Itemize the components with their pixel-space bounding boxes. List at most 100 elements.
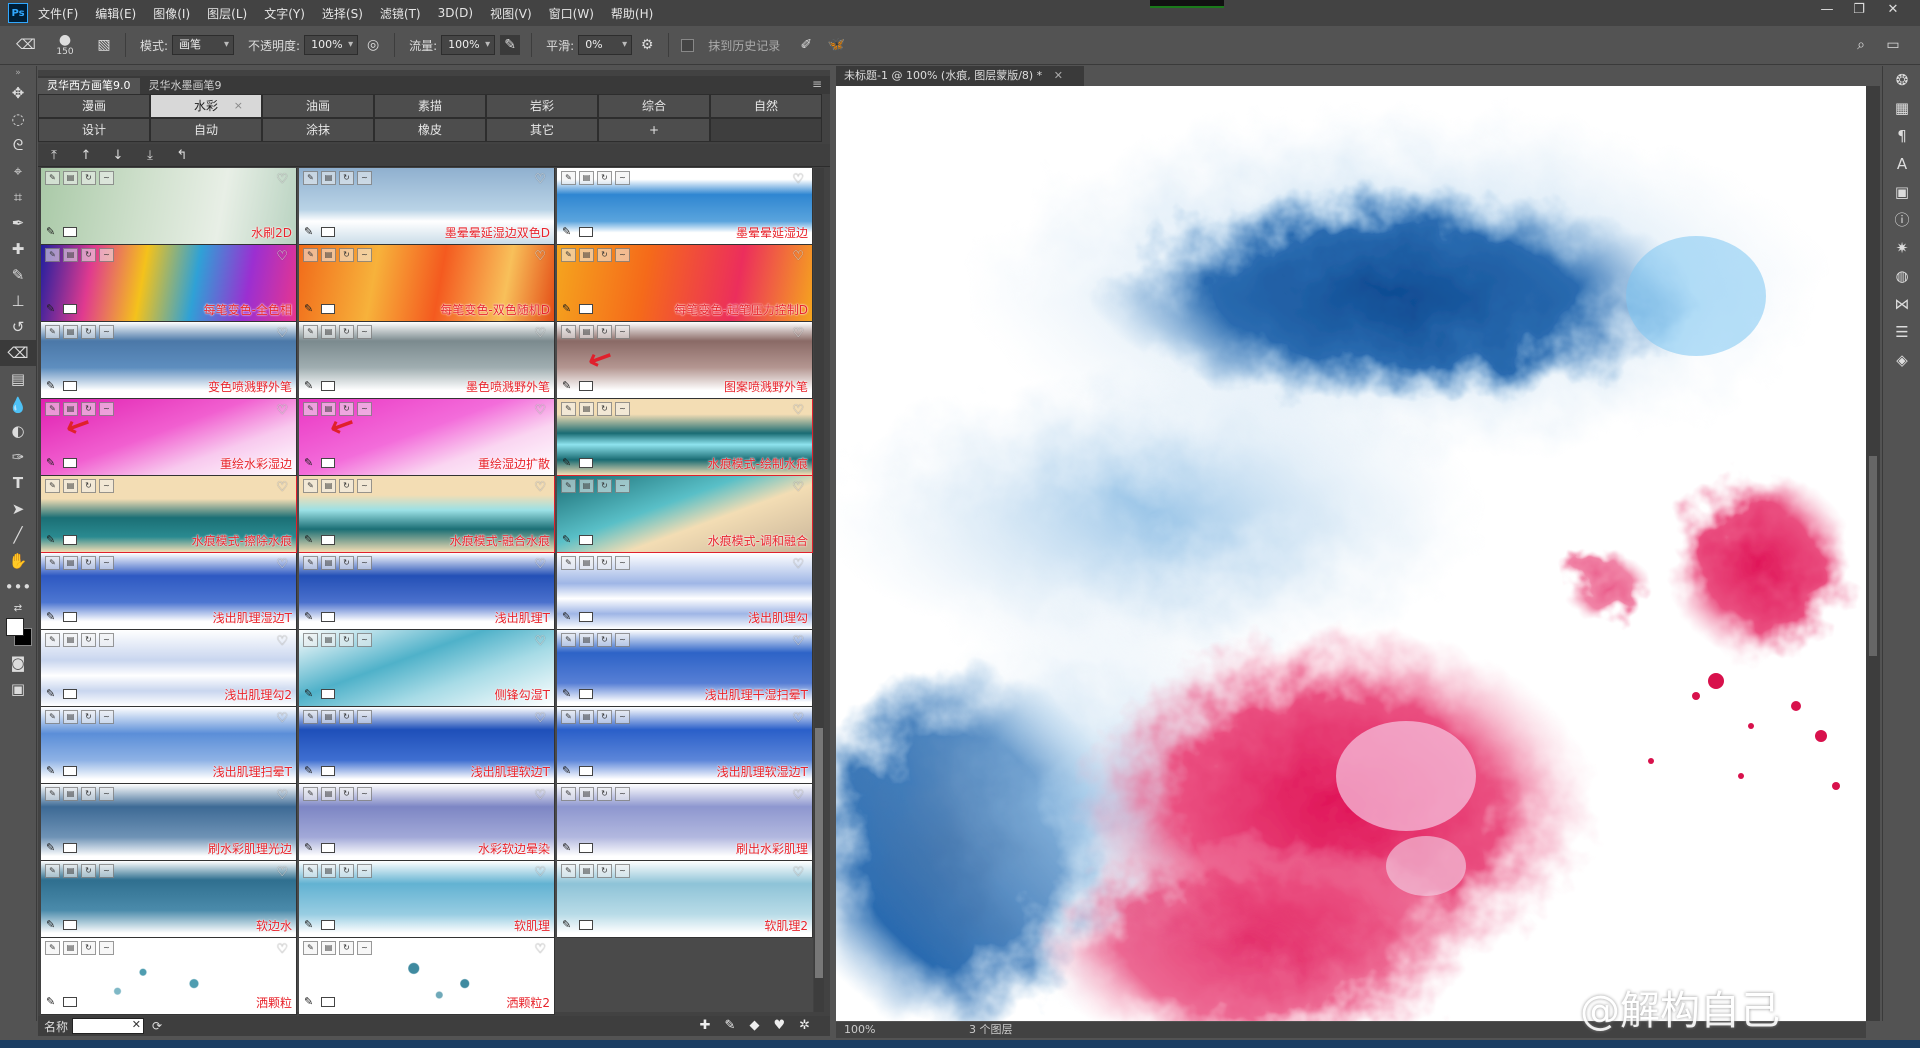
save-icon[interactable]: ▤ bbox=[579, 710, 594, 724]
save-icon[interactable]: ▤ bbox=[63, 864, 78, 878]
refresh-icon[interactable]: ⟳ bbox=[152, 1019, 162, 1033]
screen-mode-icon[interactable]: ▣ bbox=[0, 676, 36, 702]
move-bottom-icon[interactable]: ⤓ bbox=[134, 148, 166, 163]
favorite-heart-icon[interactable]: ♡ bbox=[534, 634, 546, 649]
reset-icon[interactable]: ↻ bbox=[597, 633, 612, 647]
save-icon[interactable]: ▤ bbox=[579, 633, 594, 647]
category-mixed[interactable]: 综合 bbox=[598, 94, 710, 118]
edit-icon[interactable]: ✎ bbox=[303, 941, 318, 955]
stroke-icon[interactable]: ~ bbox=[357, 941, 372, 955]
menu-image[interactable]: 图像(I) bbox=[153, 5, 190, 22]
stroke-icon[interactable]: ~ bbox=[357, 787, 372, 801]
paths-icon[interactable]: ⋈ bbox=[1883, 290, 1920, 318]
save-icon[interactable]: ▤ bbox=[321, 171, 336, 185]
category-smudge[interactable]: 涂抹 bbox=[262, 118, 374, 142]
pressure-size-icon[interactable]: ✐ bbox=[796, 35, 816, 55]
menu-filter[interactable]: 滤镜(T) bbox=[380, 5, 421, 22]
favorite-heart-icon[interactable]: ♡ bbox=[534, 403, 546, 418]
edit-icon[interactable]: ✎ bbox=[303, 710, 318, 724]
stroke-icon[interactable]: ~ bbox=[357, 633, 372, 647]
favorite-heart-icon[interactable]: ♡ bbox=[534, 557, 546, 572]
category-nature[interactable]: 自然 bbox=[710, 94, 822, 118]
stroke-icon[interactable]: ~ bbox=[615, 248, 630, 262]
edit-icon[interactable]: ✎ bbox=[561, 479, 576, 493]
stroke-icon[interactable]: ~ bbox=[615, 633, 630, 647]
clone-stamp-tool-icon[interactable]: ⊥ bbox=[0, 288, 36, 314]
edit-icon[interactable]: ✎ bbox=[45, 633, 60, 647]
save-icon[interactable]: ▤ bbox=[63, 941, 78, 955]
favorite-heart-icon[interactable]: ♡ bbox=[792, 326, 804, 341]
collapse-icon[interactable]: » bbox=[0, 66, 36, 80]
stroke-icon[interactable]: ~ bbox=[357, 325, 372, 339]
brush-preset-cell[interactable]: ✎ ▤ ↻ ~ ♡ ✎ 刷出水彩肌理 bbox=[557, 784, 813, 861]
stroke-icon[interactable]: ~ bbox=[99, 325, 114, 339]
menu-select[interactable]: 选择(S) bbox=[322, 5, 363, 22]
stroke-icon[interactable]: ~ bbox=[357, 248, 372, 262]
foreground-color-swatch[interactable] bbox=[6, 618, 24, 636]
edit-icon[interactable]: ✎ bbox=[45, 710, 60, 724]
stroke-icon[interactable]: ~ bbox=[615, 864, 630, 878]
stroke-icon[interactable]: ~ bbox=[615, 325, 630, 339]
gradient-tool-icon[interactable]: ▤ bbox=[0, 366, 36, 392]
stroke-icon[interactable]: ~ bbox=[99, 556, 114, 570]
favorite-heart-icon[interactable]: ♡ bbox=[276, 557, 288, 572]
reset-icon[interactable]: ↻ bbox=[81, 787, 96, 801]
favorite-heart-icon[interactable]: ♡ bbox=[534, 480, 546, 495]
edit-icon[interactable]: ✎ bbox=[561, 556, 576, 570]
edit-icon[interactable]: ✎ bbox=[303, 171, 318, 185]
brush-preset-cell[interactable]: ✎ ▤ ↻ ~ ♡ ✎ 水刷2D bbox=[41, 168, 297, 245]
brush-preset-cell[interactable]: ✎ ▤ ↻ ~ ♡ ✎ 浅出肌理T bbox=[299, 553, 555, 630]
reset-icon[interactable]: ↻ bbox=[81, 325, 96, 339]
favorite-heart-icon[interactable]: ♡ bbox=[276, 711, 288, 726]
brush-preset-cell[interactable]: ✎ ▤ ↻ ~ ♡ ✎ 重绘湿边扩散 ↙ bbox=[299, 399, 555, 476]
edit-icon[interactable]: ✎ bbox=[561, 710, 576, 724]
brush-preset-cell[interactable]: ✎ ▤ ↻ ~ ♡ ✎ 每笔变色-全色相 bbox=[41, 245, 297, 322]
erase-to-history-checkbox[interactable] bbox=[681, 38, 695, 52]
reset-icon[interactable]: ↻ bbox=[597, 479, 612, 493]
undo-order-icon[interactable]: ↰ bbox=[166, 148, 198, 163]
edit-icon[interactable]: ✎ bbox=[45, 864, 60, 878]
flow-dropdown[interactable]: 100% bbox=[441, 35, 496, 55]
color-swatches[interactable] bbox=[0, 616, 36, 650]
brush-preset-cell[interactable]: ✎ ▤ ↻ ~ ♡ ✎ 软边水 bbox=[41, 861, 297, 938]
favorite-icon[interactable]: ♥ bbox=[773, 1018, 785, 1033]
reset-icon[interactable]: ↻ bbox=[597, 710, 612, 724]
save-icon[interactable]: ▤ bbox=[63, 556, 78, 570]
save-icon[interactable]: ▤ bbox=[321, 556, 336, 570]
edit-icon[interactable]: ✎ bbox=[561, 325, 576, 339]
reset-icon[interactable]: ↻ bbox=[339, 941, 354, 955]
grid-icon[interactable]: ▦ bbox=[1883, 94, 1920, 122]
eraser-tool-icon[interactable]: ⌫ bbox=[0, 340, 36, 366]
edit-icon[interactable]: ✎ bbox=[303, 633, 318, 647]
history-brush-tool-icon[interactable]: ↺ bbox=[0, 314, 36, 340]
edit-icon[interactable]: ✎ bbox=[303, 556, 318, 570]
document-tab[interactable]: 未标题-1 @ 100% (水痕, 图层蒙版/8) * ✕ bbox=[836, 66, 1084, 86]
brush-preset-cell[interactable]: ✎ ▤ ↻ ~ ♡ ✎ 浅出肌理勾2 bbox=[41, 630, 297, 707]
brush-preset-cell[interactable]: ✎ ▤ ↻ ~ ♡ ✎ 水彩软边晕染 bbox=[299, 784, 555, 861]
stroke-icon[interactable]: ~ bbox=[99, 171, 114, 185]
brush-preset-cell[interactable]: ✎ ▤ ↻ ~ ♡ ✎ 软肌理 bbox=[299, 861, 555, 938]
edit-icon[interactable]: ✎ bbox=[561, 633, 576, 647]
brush-panel-toggle-icon[interactable]: ▧ bbox=[94, 35, 114, 55]
save-icon[interactable]: ▤ bbox=[321, 941, 336, 955]
favorite-heart-icon[interactable]: ♡ bbox=[534, 865, 546, 880]
reset-icon[interactable]: ↻ bbox=[597, 171, 612, 185]
brush-settings-icon[interactable]: ✎ bbox=[725, 1018, 736, 1033]
save-icon[interactable]: ▤ bbox=[321, 479, 336, 493]
favorite-heart-icon[interactable]: ♡ bbox=[792, 634, 804, 649]
add-category-button[interactable]: + bbox=[598, 118, 710, 142]
path-select-tool-icon[interactable]: ➤ bbox=[0, 496, 36, 522]
edit-icon[interactable]: ✎ bbox=[303, 248, 318, 262]
save-icon[interactable]: ▤ bbox=[63, 787, 78, 801]
stroke-icon[interactable]: ~ bbox=[357, 710, 372, 724]
close-window-button[interactable]: ✕ bbox=[1880, 2, 1906, 22]
stroke-icon[interactable]: ~ bbox=[357, 402, 372, 416]
category-other[interactable]: 其它 bbox=[486, 118, 598, 142]
move-up-icon[interactable]: ↑ bbox=[70, 148, 102, 163]
save-icon[interactable]: ▤ bbox=[579, 171, 594, 185]
save-icon[interactable]: ▤ bbox=[321, 248, 336, 262]
tag-icon[interactable]: ◆ bbox=[749, 1018, 759, 1033]
stroke-icon[interactable]: ~ bbox=[357, 864, 372, 878]
reset-icon[interactable]: ↻ bbox=[339, 479, 354, 493]
category-comic[interactable]: 漫画 bbox=[38, 94, 150, 118]
